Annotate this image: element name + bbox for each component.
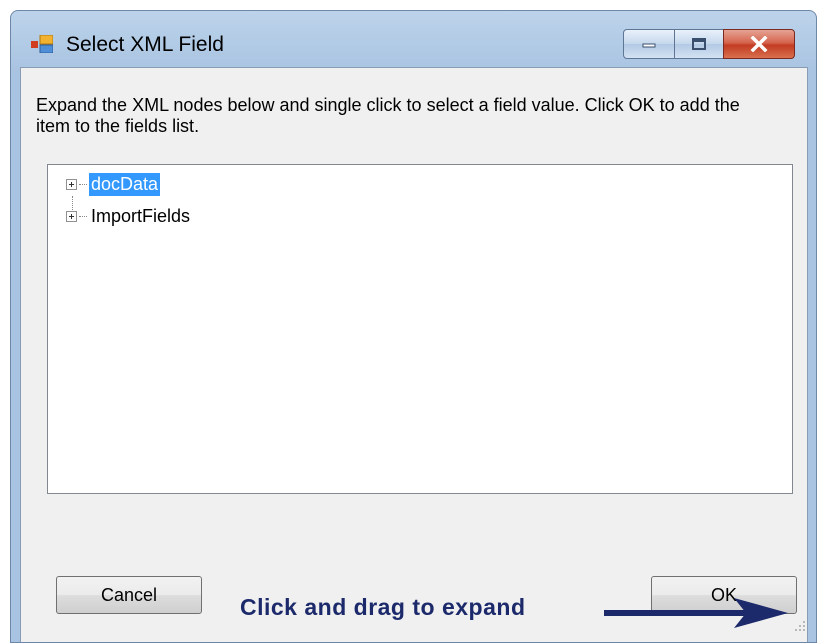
- close-button[interactable]: [723, 29, 795, 59]
- tree-connector: [79, 183, 87, 185]
- xml-tree-view[interactable]: docData ImportFields: [47, 164, 793, 494]
- window-title: Select XML Field: [66, 33, 224, 56]
- dialog-window: Select XML Field Expand the XML nodes be…: [10, 10, 817, 643]
- app-window-icon: [31, 35, 53, 53]
- maximize-button[interactable]: [674, 29, 724, 59]
- expand-plus-icon[interactable]: [66, 210, 77, 222]
- cancel-button[interactable]: Cancel: [56, 576, 202, 614]
- expand-plus-icon[interactable]: [66, 178, 77, 190]
- tree-node-label[interactable]: docData: [89, 172, 161, 196]
- tree-node-label[interactable]: ImportFields: [89, 205, 192, 228]
- dialog-client-area: Expand the XML nodes below and single cl…: [20, 67, 808, 642]
- resize-grip-icon[interactable]: [787, 617, 809, 639]
- maximize-icon: [675, 30, 723, 58]
- minimize-icon: [624, 30, 674, 58]
- tree-node[interactable]: ImportFields: [66, 204, 192, 228]
- tree-connector: [79, 215, 87, 217]
- title-bar[interactable]: Select XML Field: [11, 11, 816, 67]
- tree-node[interactable]: docData: [66, 172, 161, 196]
- close-icon: [724, 30, 794, 58]
- instruction-text: Expand the XML nodes below and single cl…: [36, 95, 740, 136]
- annotation-arrow-icon: [604, 598, 788, 628]
- minimize-button[interactable]: [623, 29, 675, 59]
- annotation-text: Click and drag to expand: [240, 594, 526, 620]
